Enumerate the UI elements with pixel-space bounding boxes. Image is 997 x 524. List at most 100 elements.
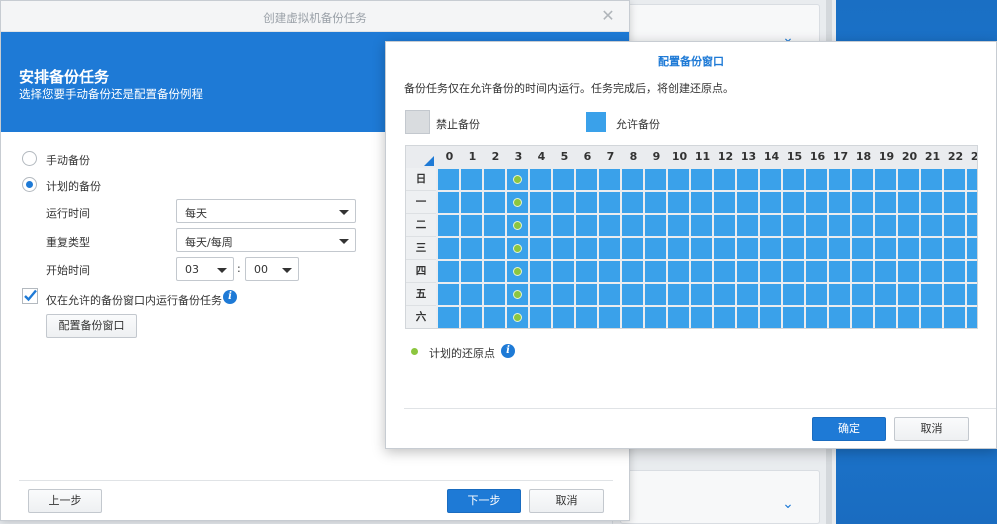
schedule-cell[interactable] xyxy=(806,169,827,190)
schedule-cell[interactable] xyxy=(737,215,758,236)
schedule-cell[interactable] xyxy=(967,284,977,305)
hour-header[interactable]: 6 xyxy=(576,146,599,168)
schedule-cell[interactable] xyxy=(668,284,689,305)
schedule-cell[interactable] xyxy=(714,238,735,259)
schedule-cell[interactable] xyxy=(461,284,482,305)
schedule-cell[interactable] xyxy=(760,261,781,282)
schedule-cell[interactable] xyxy=(829,307,850,328)
schedule-cell[interactable] xyxy=(691,238,712,259)
schedule-cell[interactable] xyxy=(530,169,551,190)
schedule-cell[interactable] xyxy=(760,192,781,213)
schedule-cell[interactable] xyxy=(806,215,827,236)
schedule-cell[interactable] xyxy=(553,261,574,282)
schedule-cell[interactable] xyxy=(783,307,804,328)
repeat-type-select[interactable]: 每天/每周 xyxy=(176,228,356,252)
schedule-cell[interactable] xyxy=(737,307,758,328)
hour-header[interactable]: 10 xyxy=(668,146,691,168)
day-header[interactable]: 六 xyxy=(406,306,436,328)
schedule-cell[interactable] xyxy=(829,284,850,305)
start-hour-select[interactable]: 03 xyxy=(176,257,234,281)
cancel-button[interactable]: 取消 xyxy=(529,489,604,513)
schedule-cell[interactable] xyxy=(944,238,965,259)
schedule-cell[interactable] xyxy=(921,261,942,282)
schedule-cell[interactable] xyxy=(530,284,551,305)
schedule-cell[interactable] xyxy=(967,169,977,190)
schedule-cell[interactable] xyxy=(737,192,758,213)
schedule-cell[interactable] xyxy=(921,307,942,328)
schedule-cell[interactable] xyxy=(714,215,735,236)
schedule-cell[interactable] xyxy=(599,238,620,259)
schedule-cell[interactable] xyxy=(576,307,597,328)
schedule-cell[interactable] xyxy=(852,192,873,213)
hour-header[interactable]: 0 xyxy=(438,146,461,168)
schedule-cell[interactable] xyxy=(806,307,827,328)
hour-header[interactable]: 14 xyxy=(760,146,783,168)
schedule-cell[interactable] xyxy=(967,215,977,236)
schedule-cell[interactable] xyxy=(852,238,873,259)
schedule-cell[interactable] xyxy=(760,215,781,236)
schedule-cell[interactable] xyxy=(737,238,758,259)
configure-backup-window-button[interactable]: 配置备份窗口 xyxy=(46,314,137,338)
schedule-cell[interactable] xyxy=(967,307,977,328)
schedule-cell[interactable] xyxy=(438,261,459,282)
schedule-cell[interactable] xyxy=(622,261,643,282)
day-header[interactable]: 五 xyxy=(406,283,436,306)
schedule-cell[interactable] xyxy=(668,169,689,190)
schedule-cell[interactable] xyxy=(967,192,977,213)
schedule-cell[interactable] xyxy=(622,238,643,259)
schedule-cell[interactable] xyxy=(944,261,965,282)
hour-header[interactable]: 13 xyxy=(737,146,760,168)
schedule-cell[interactable] xyxy=(829,261,850,282)
schedule-cell[interactable] xyxy=(484,284,505,305)
schedule-cell[interactable] xyxy=(530,238,551,259)
schedule-cell[interactable] xyxy=(714,307,735,328)
schedule-cell[interactable] xyxy=(783,169,804,190)
next-button[interactable]: 下一步 xyxy=(447,489,521,513)
schedule-cell[interactable] xyxy=(875,169,896,190)
schedule-cell[interactable] xyxy=(898,284,919,305)
schedule-cell[interactable] xyxy=(944,215,965,236)
schedule-cell[interactable] xyxy=(668,238,689,259)
day-header[interactable]: 四 xyxy=(406,260,436,283)
schedule-cell[interactable] xyxy=(599,169,620,190)
schedule-cell[interactable] xyxy=(852,215,873,236)
schedule-cell[interactable] xyxy=(829,238,850,259)
hour-header[interactable]: 3 xyxy=(507,146,530,168)
schedule-cell[interactable] xyxy=(645,261,666,282)
hour-header[interactable]: 16 xyxy=(806,146,829,168)
select-all-corner[interactable] xyxy=(406,146,436,168)
hour-header[interactable]: 5 xyxy=(553,146,576,168)
day-header[interactable]: 一 xyxy=(406,191,436,214)
schedule-cell[interactable] xyxy=(461,192,482,213)
schedule-cell[interactable] xyxy=(507,261,528,282)
info-icon[interactable]: i xyxy=(501,344,515,358)
hour-header[interactable]: 9 xyxy=(645,146,668,168)
schedule-cell[interactable] xyxy=(438,215,459,236)
hour-header[interactable]: 22 xyxy=(944,146,967,168)
schedule-cell[interactable] xyxy=(438,192,459,213)
schedule-cell[interactable] xyxy=(507,192,528,213)
schedule-cell[interactable] xyxy=(714,192,735,213)
scheduled-backup-radio[interactable] xyxy=(22,177,37,192)
schedule-cell[interactable] xyxy=(921,238,942,259)
close-icon[interactable]: ✕ xyxy=(599,7,617,25)
schedule-cell[interactable] xyxy=(530,261,551,282)
runtime-select[interactable]: 每天 xyxy=(176,199,356,223)
schedule-cell[interactable] xyxy=(668,192,689,213)
schedule-cell[interactable] xyxy=(553,169,574,190)
schedule-cell[interactable] xyxy=(921,169,942,190)
cancel-button[interactable]: 取消 xyxy=(894,417,969,441)
schedule-cell[interactable] xyxy=(553,284,574,305)
schedule-cell[interactable] xyxy=(438,284,459,305)
schedule-cell[interactable] xyxy=(645,238,666,259)
schedule-cell[interactable] xyxy=(760,238,781,259)
schedule-cell[interactable] xyxy=(921,192,942,213)
schedule-cell[interactable] xyxy=(461,307,482,328)
backup-window-checkbox[interactable] xyxy=(22,288,38,304)
schedule-cell[interactable] xyxy=(484,261,505,282)
schedule-cell[interactable] xyxy=(461,261,482,282)
hour-header[interactable]: 19 xyxy=(875,146,898,168)
hour-header[interactable]: 18 xyxy=(852,146,875,168)
schedule-cell[interactable] xyxy=(875,238,896,259)
schedule-cell[interactable] xyxy=(691,215,712,236)
